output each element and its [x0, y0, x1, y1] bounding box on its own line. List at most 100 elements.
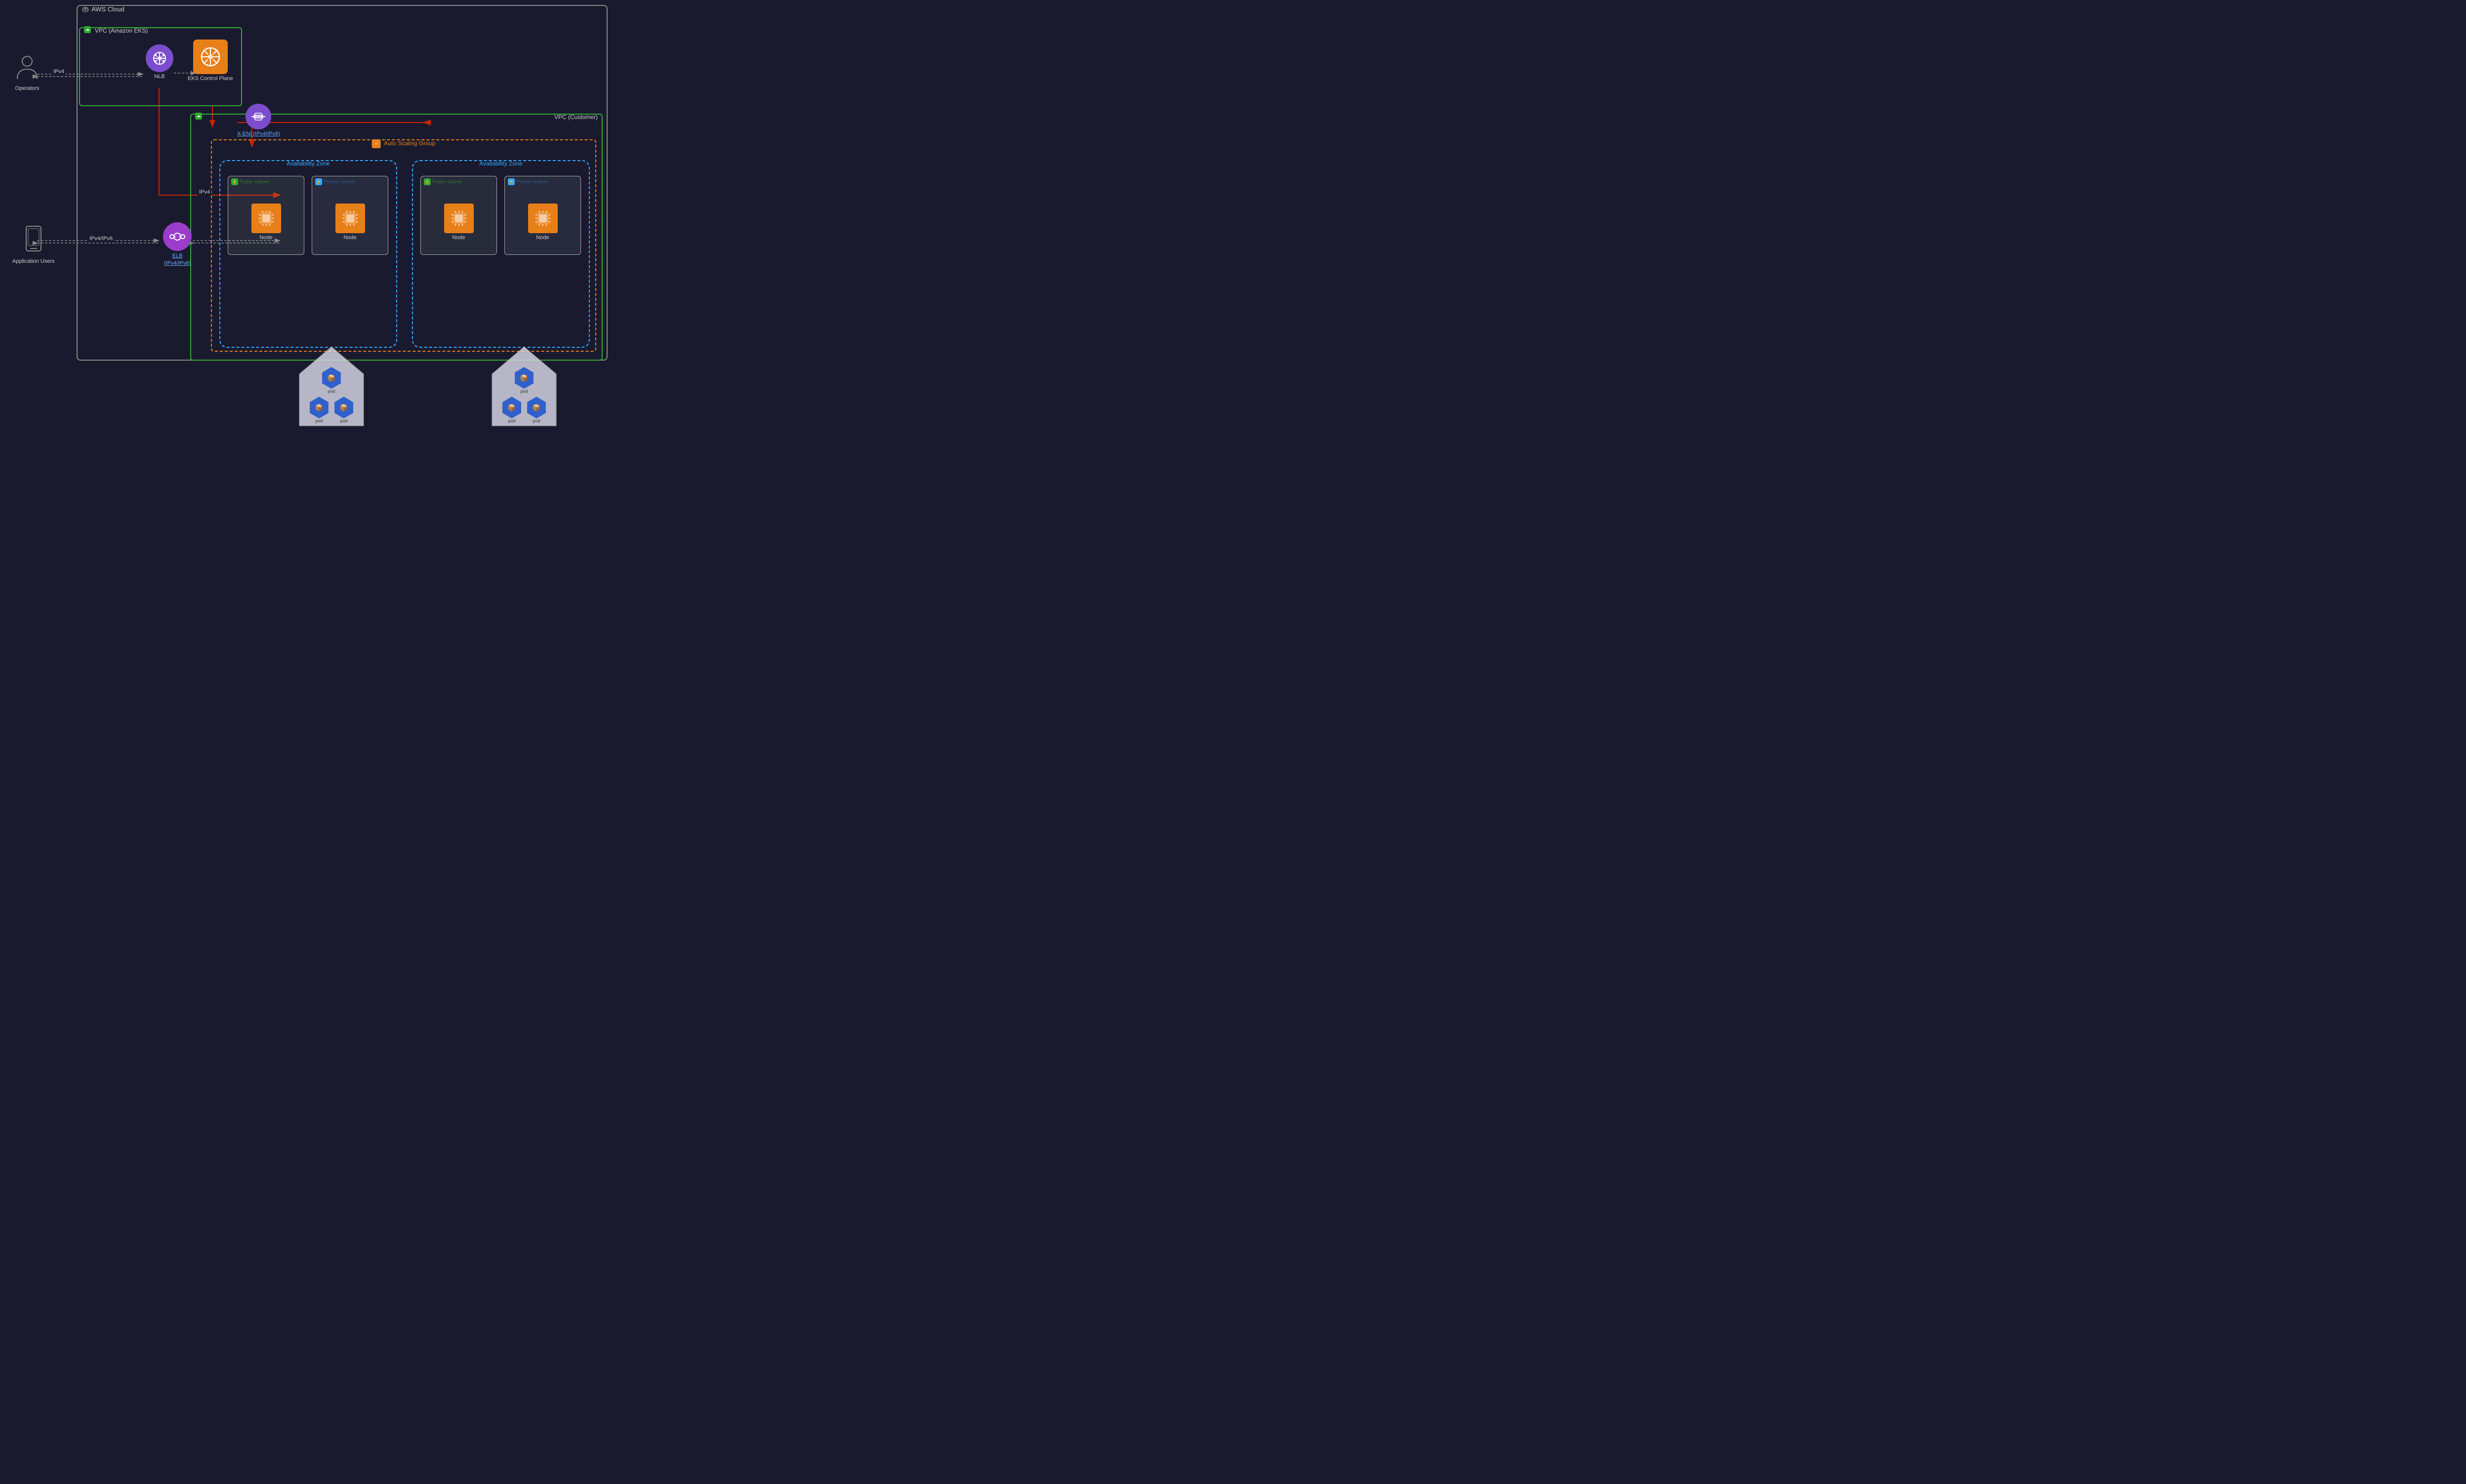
pod-2b-label: pod	[501, 418, 523, 423]
pod-house-1: 📦 pod 📦 pod 📦 pod	[297, 344, 366, 428]
operator-icon	[15, 54, 40, 82]
pod-2c: 📦 pod	[526, 397, 547, 423]
node-2-container: Node	[335, 204, 365, 241]
auto-scaling-icon: ⇔	[372, 139, 381, 148]
public-subnet-2: 🔒 Public subnet	[420, 176, 497, 255]
operator-label: Operators	[15, 85, 40, 91]
pod-hex-1c: 📦	[333, 397, 355, 418]
pod-row-1-top: 📦 pod	[321, 367, 342, 394]
cpu-icon-1	[257, 209, 275, 227]
cpu-icon-2	[341, 209, 359, 227]
private-subnet-1-icon: 🔒	[315, 178, 322, 185]
ipv4-red-label: IPv4	[198, 189, 211, 196]
pod-1a: 📦 pod	[321, 367, 342, 394]
az-box-1: Availability Zone 🔒 Public subnet	[219, 160, 397, 348]
xeni-icon	[246, 104, 271, 129]
pod-hex-1b: 📦	[308, 397, 330, 418]
node-1-label: Node	[251, 235, 281, 241]
pod-hex-2c: 📦	[526, 397, 547, 418]
green-dot-icon: ☁	[84, 26, 91, 33]
app-users-label: Application Users	[12, 258, 55, 264]
pod-1c-label: pod	[333, 418, 355, 423]
aws-cloud-text: AWS Cloud	[91, 5, 124, 13]
private-subnet-1-header: 🔒 Private subnet	[312, 176, 388, 187]
node-3-label: Node	[444, 235, 474, 241]
eks-cp-icon	[193, 40, 228, 74]
az-box-2: Availability Zone 🔒 Public subnet	[412, 160, 590, 348]
cpu-icon-3	[450, 209, 468, 227]
pod-1a-label: pod	[321, 389, 342, 394]
private-subnet-2-icon: 🔒	[508, 178, 515, 185]
pod-1b: 📦 pod	[308, 397, 330, 423]
pod-row-2-bottom: 📦 pod 📦 pod	[501, 397, 547, 423]
app-users-icon	[24, 225, 43, 254]
pod-2a-label: pod	[513, 389, 535, 394]
vpc-eks-label: VPC (Amazon EKS)	[95, 27, 148, 34]
private-subnet-1: 🔒 Private subnet	[312, 176, 388, 255]
private-subnet-2-header: 🔒 Private subnet	[505, 176, 580, 187]
eks-cp-container: EKS Control Plane	[188, 40, 233, 82]
node-3-container: Node	[444, 204, 474, 241]
elb-icon	[163, 222, 192, 251]
public-subnet-1: 🔒 Public subnet	[228, 176, 304, 255]
node-4-container: Node	[528, 204, 558, 241]
nlb-icon	[146, 44, 173, 72]
diagram: AWS Cloud ☁ VPC (Amazon EKS) ☁ VPC (Cust…	[0, 0, 616, 371]
pods-1: 📦 pod 📦 pod 📦 pod	[308, 367, 355, 423]
pod-row-2-top: 📦 pod	[513, 367, 535, 394]
auto-scaling-label: ⇔ Auto Scaling Group	[372, 139, 436, 148]
ipv4ipv6-arrow-label: IPv4/IPv6	[88, 235, 114, 242]
pod-2c-label: pod	[526, 418, 547, 423]
ipv4-arrow-label: IPv4	[52, 68, 66, 75]
vpc-eks-green-dot: ☁	[84, 24, 91, 33]
xeni-symbol	[251, 110, 265, 124]
az2-label: Availability Zone	[479, 160, 522, 167]
node-1-container: Node	[251, 204, 281, 241]
elb-container: ELB (IPv4/IPv6)	[163, 222, 192, 268]
pod-2b: 📦 pod	[501, 397, 523, 423]
nlb-label: NLB	[146, 74, 173, 80]
elb-label: ELB (IPv4/IPv6)	[163, 252, 192, 268]
pod-house-2: 📦 pod 📦 pod 📦 pod	[490, 344, 559, 428]
public-subnet-1-header: 🔒 Public subnet	[228, 176, 304, 187]
node-1-icon	[251, 204, 281, 233]
elb-symbol	[169, 228, 186, 245]
public-subnet-2-icon: 🔒	[424, 178, 431, 185]
vpc-customer-label: VPC (Customer)	[554, 114, 598, 121]
pod-hex-2b: 📦	[501, 397, 523, 418]
pod-1b-label: pod	[308, 418, 330, 423]
private-subnet-1-label: Private subnet	[324, 179, 355, 185]
pods-2: 📦 pod 📦 pod 📦 pod	[501, 367, 547, 423]
vpc-customer-box: ☁ VPC (Customer) ⇔ Auto Scaling Group Av…	[190, 114, 603, 361]
node-2-icon	[335, 204, 365, 233]
az1-label: Availability Zone	[287, 160, 329, 167]
node-2-label: Node	[335, 235, 365, 241]
xeni-container: X-ENI (IPv4/IPv6)	[237, 104, 280, 137]
cloud-icon	[82, 5, 89, 13]
operator-container: Operators	[15, 54, 40, 91]
eks-symbol	[199, 45, 222, 68]
private-subnet-2: 🔒 Private subnet	[504, 176, 581, 255]
private-subnet-2-label: Private subnet	[516, 179, 548, 185]
pod-2a: 📦 pod	[513, 367, 535, 394]
cpu-icon-4	[534, 209, 552, 227]
node-4-icon	[528, 204, 558, 233]
public-subnet-1-label: Public subnet	[240, 179, 269, 185]
nlb-container: NLB	[146, 44, 173, 80]
auto-scaling-group: ⇔ Auto Scaling Group Availability Zone 🔒…	[211, 139, 596, 352]
pod-1c: 📦 pod	[333, 397, 355, 423]
vpc-customer-dot-icon: ☁	[195, 113, 202, 120]
pod-hex-2a: 📦	[513, 367, 535, 389]
node-3-icon	[444, 204, 474, 233]
vpc-customer-green-dot: ☁	[195, 111, 202, 120]
nlb-symbol	[152, 50, 167, 66]
xeni-label: X-ENI (IPv4/IPv6)	[237, 131, 280, 137]
app-users-container: Application Users	[12, 225, 55, 264]
pod-hex-1a: 📦	[321, 367, 342, 389]
aws-cloud-label: AWS Cloud	[82, 5, 124, 13]
public-subnet-2-label: Public subnet	[432, 179, 462, 185]
eks-cp-label: EKS Control Plane	[188, 76, 233, 82]
public-subnet-1-icon: 🔒	[231, 178, 238, 185]
pod-row-1-bottom: 📦 pod 📦 pod	[308, 397, 355, 423]
public-subnet-2-header: 🔒 Public subnet	[421, 176, 496, 187]
